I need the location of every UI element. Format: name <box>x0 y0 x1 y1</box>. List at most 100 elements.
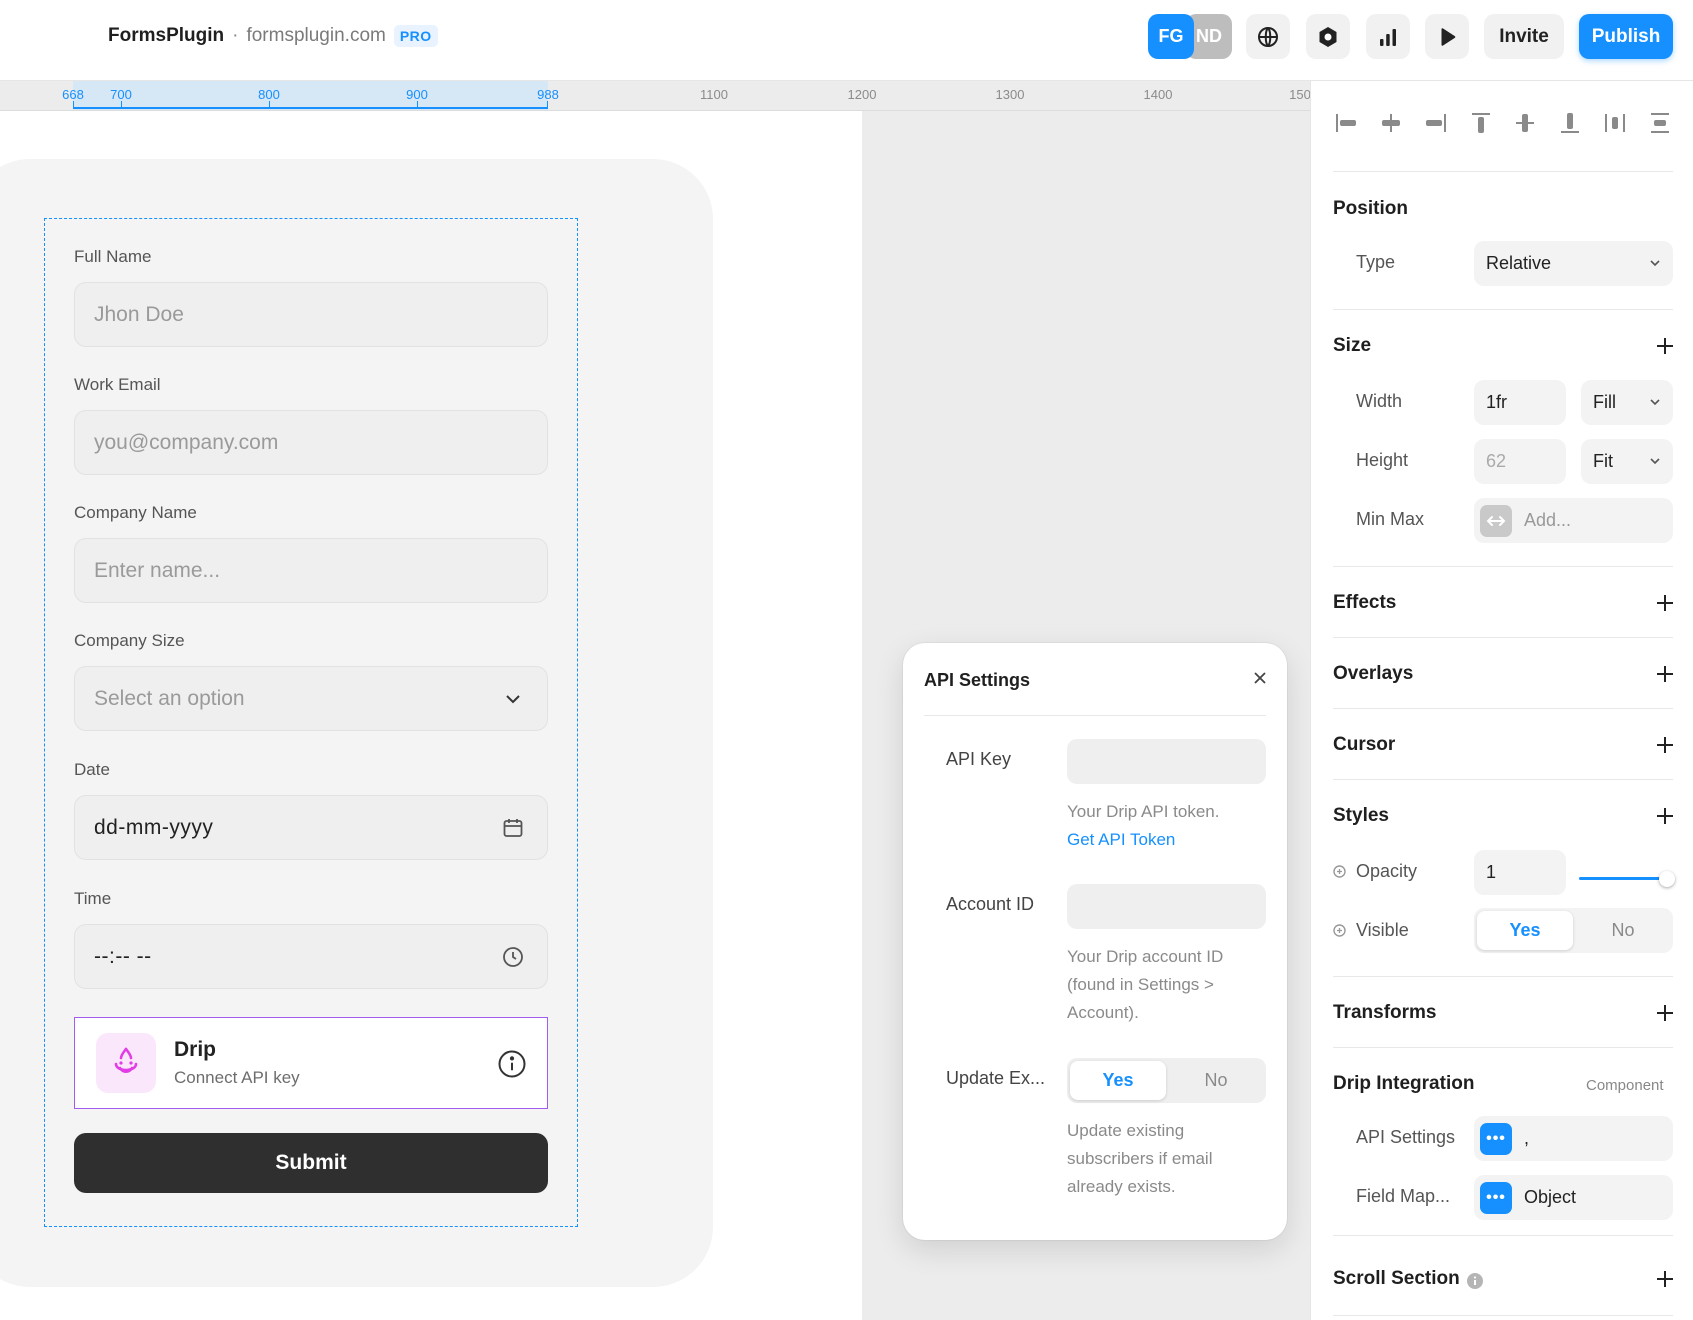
panel-divider <box>1333 708 1673 709</box>
width-input[interactable]: 1fr <box>1474 380 1566 425</box>
api-key-input[interactable] <box>1067 739 1266 784</box>
calendar-icon[interactable] <box>501 816 525 840</box>
position-section-title: Position <box>1333 198 1408 219</box>
time-value: --:-- -- <box>94 944 152 968</box>
full-name-input[interactable]: Jhon Doe <box>74 282 548 347</box>
add-size-button[interactable] <box>1657 338 1673 354</box>
date-input[interactable]: dd-mm-yyyy <box>74 795 548 860</box>
update-no-option[interactable]: No <box>1169 1061 1263 1100</box>
visible-toggle-icon[interactable] <box>1333 924 1346 937</box>
submit-button[interactable]: Submit <box>74 1133 548 1193</box>
publish-button[interactable]: Publish <box>1579 14 1673 59</box>
add-cursor-button[interactable] <box>1657 737 1673 753</box>
add-overlay-button[interactable] <box>1657 666 1673 682</box>
visible-toggle[interactable]: Yes No <box>1474 908 1673 953</box>
settings-button[interactable] <box>1306 14 1350 59</box>
drip-integration-block[interactable]: Drip Connect API key <box>74 1017 548 1109</box>
chevron-down-icon <box>1650 458 1660 465</box>
project-title[interactable]: FormsPlugin · formsplugin.com PRO <box>108 25 438 47</box>
globe-button[interactable] <box>1246 14 1290 59</box>
position-type-label: Type <box>1356 252 1396 272</box>
position-type-select[interactable]: Relative <box>1474 241 1673 286</box>
preview-button[interactable] <box>1425 14 1469 59</box>
time-label: Time <box>74 889 112 908</box>
ruler-mark <box>121 101 122 109</box>
info-icon[interactable] <box>1466 1272 1484 1290</box>
opacity-input[interactable]: 1 <box>1474 850 1566 895</box>
info-icon[interactable] <box>497 1049 527 1079</box>
more-dots-icon[interactable]: ••• <box>1480 1122 1512 1155</box>
company-name-input[interactable]: Enter name... <box>74 538 548 603</box>
overlays-section-title: Overlays <box>1333 663 1414 684</box>
api-key-help-text: Your Drip API token. <box>1067 802 1220 821</box>
update-existing-label: Update Ex... <box>946 1068 1046 1088</box>
opacity-toggle-icon[interactable] <box>1333 865 1346 878</box>
close-button[interactable] <box>1249 667 1271 689</box>
visible-yes-option[interactable]: Yes <box>1477 911 1573 950</box>
scroll-section-title: Scroll Section <box>1333 1268 1460 1289</box>
opacity-label: Opacity <box>1356 861 1418 881</box>
align-top-icon[interactable] <box>1468 110 1494 136</box>
clock-icon[interactable] <box>501 945 525 969</box>
position-type-value: Relative <box>1486 253 1552 273</box>
align-center-horizontal-icon[interactable] <box>1378 110 1404 136</box>
bar-chart-icon <box>1380 28 1396 46</box>
align-left-icon[interactable] <box>1333 110 1359 136</box>
add-transform-button[interactable] <box>1657 1005 1673 1021</box>
field-map-control[interactable]: ••• Object <box>1474 1175 1673 1220</box>
more-dots-icon[interactable]: ••• <box>1480 1181 1512 1214</box>
distribute-vertical-icon[interactable] <box>1647 110 1673 136</box>
width-mode-select[interactable]: Fill <box>1581 380 1673 425</box>
work-email-input[interactable]: you@company.com <box>74 410 548 475</box>
update-yes-option[interactable]: Yes <box>1070 1061 1166 1100</box>
width-label: Width <box>1356 391 1403 411</box>
account-id-input[interactable] <box>1067 884 1266 929</box>
add-effect-button[interactable] <box>1657 595 1673 611</box>
panel-divider <box>1333 1235 1673 1236</box>
company-size-select[interactable]: Select an option <box>74 666 548 731</box>
chevron-down-icon <box>506 695 520 704</box>
analytics-button[interactable] <box>1366 14 1410 59</box>
min-max-label: Min Max <box>1356 509 1425 529</box>
opacity-slider[interactable] <box>1579 869 1675 889</box>
add-style-button[interactable] <box>1657 808 1673 824</box>
drip-icon <box>114 1047 138 1074</box>
api-settings-label: API Settings <box>1356 1127 1456 1147</box>
ruler-tick: 1300 <box>995 87 1025 102</box>
panel-divider <box>1333 309 1673 310</box>
api-settings-value: , <box>1524 1128 1530 1148</box>
chevron-down-icon <box>1650 399 1660 406</box>
height-input[interactable]: 62 <box>1474 439 1566 484</box>
add-scroll-section-button[interactable] <box>1657 1271 1673 1287</box>
time-input[interactable]: --:-- -- <box>74 924 548 989</box>
play-icon <box>1441 27 1456 46</box>
align-center-vertical-icon[interactable] <box>1512 110 1538 136</box>
align-bottom-icon[interactable] <box>1557 110 1583 136</box>
get-api-token-link[interactable]: Get API Token <box>1067 826 1257 854</box>
ruler-tick: 668 <box>62 87 84 102</box>
height-mode-select[interactable]: Fit <box>1581 439 1673 484</box>
panel-divider <box>1333 637 1673 638</box>
align-right-icon[interactable] <box>1423 110 1449 136</box>
collaborator-avatars[interactable]: FG ND <box>1148 14 1232 59</box>
visible-no-option[interactable]: No <box>1576 911 1670 950</box>
distribute-horizontal-icon[interactable] <box>1602 110 1628 136</box>
avatar-fg[interactable]: FG <box>1148 14 1194 59</box>
project-domain: formsplugin.com <box>246 25 386 46</box>
opacity-slider-knob[interactable] <box>1659 871 1675 887</box>
invite-button[interactable]: Invite <box>1484 14 1564 59</box>
api-settings-control[interactable]: ••• , <box>1474 1116 1673 1161</box>
title-separator: · <box>232 25 239 46</box>
component-tag: Component <box>1586 1077 1664 1094</box>
min-max-input[interactable]: Add... <box>1474 498 1673 543</box>
horizontal-ruler: 668 700 800 900 988 1100 1200 1300 1400 … <box>0 81 1310 111</box>
ruler-tick: 900 <box>406 87 428 102</box>
alignment-toolbar <box>1333 103 1673 143</box>
work-email-label: Work Email <box>74 375 161 394</box>
ruler-mark <box>269 101 270 109</box>
drip-subtitle: Connect API key <box>174 1068 300 1087</box>
selected-form-stack[interactable]: Full Name Jhon Doe Work Email you@compan… <box>44 218 578 1227</box>
update-existing-toggle[interactable]: Yes No <box>1067 1058 1266 1103</box>
date-value: dd-mm-yyyy <box>94 815 214 839</box>
date-label: Date <box>74 760 110 779</box>
